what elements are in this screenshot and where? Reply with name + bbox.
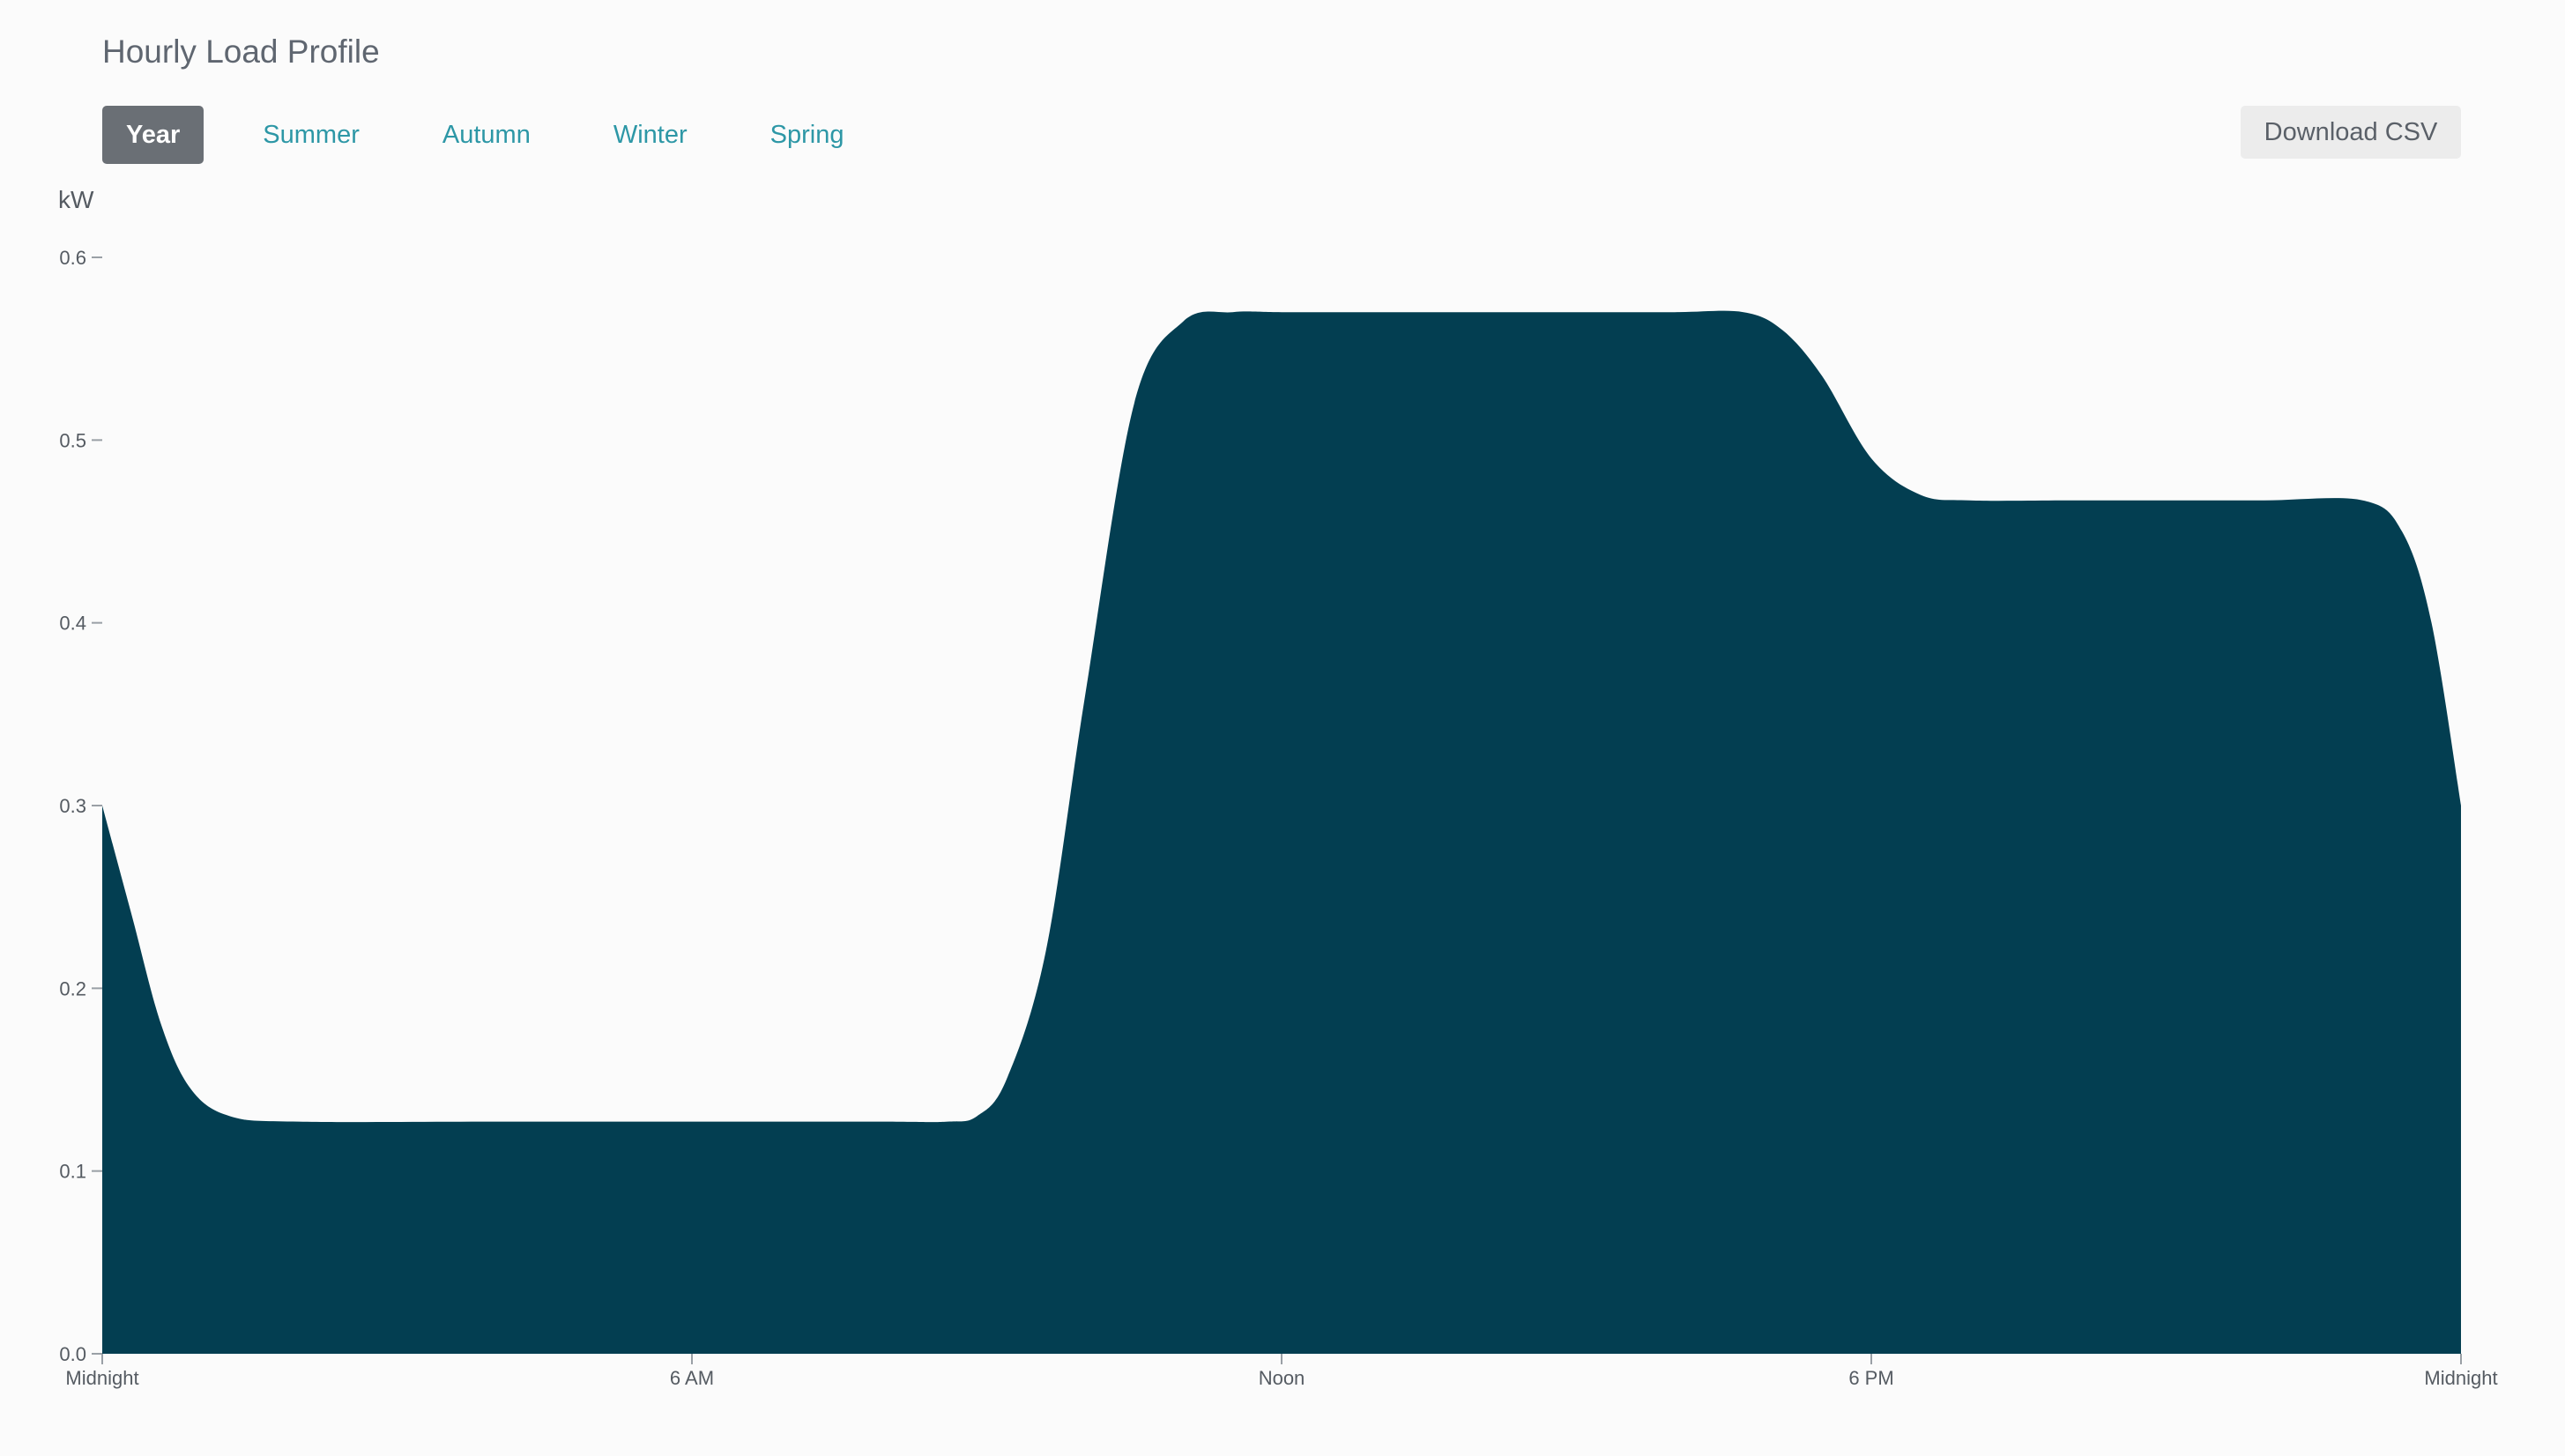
- area-layer: [102, 310, 2461, 1355]
- load-profile-chart: 0.0 0.1 0.2 0.3 0.4 0.5 0.6 Midnight 6 AM Noon 6 …: [58, 186, 2498, 1389]
- y-tick-label: 0.0: [59, 1343, 86, 1365]
- load-area: [102, 310, 2461, 1355]
- y-axis-unit-label: kW: [58, 186, 94, 213]
- y-axis: 0.0 0.1 0.2 0.3 0.4 0.5 0.6: [59, 247, 102, 1365]
- x-tick-label: Midnight: [65, 1367, 138, 1389]
- y-tick-label: 0.5: [59, 429, 86, 451]
- x-tick-label: Noon: [1259, 1367, 1305, 1389]
- y-tick-label: 0.2: [59, 977, 86, 999]
- y-tick-label: 0.1: [59, 1161, 86, 1183]
- y-tick-label: 0.6: [59, 247, 86, 269]
- x-tick-label: 6 PM: [1848, 1367, 1893, 1389]
- y-tick-label: 0.3: [59, 795, 86, 817]
- y-tick-label: 0.4: [59, 613, 86, 635]
- x-tick-label: Midnight: [2424, 1367, 2497, 1389]
- x-tick-label: 6 AM: [670, 1367, 714, 1389]
- x-axis: Midnight 6 AM Noon 6 PM Midnight: [65, 1354, 2498, 1389]
